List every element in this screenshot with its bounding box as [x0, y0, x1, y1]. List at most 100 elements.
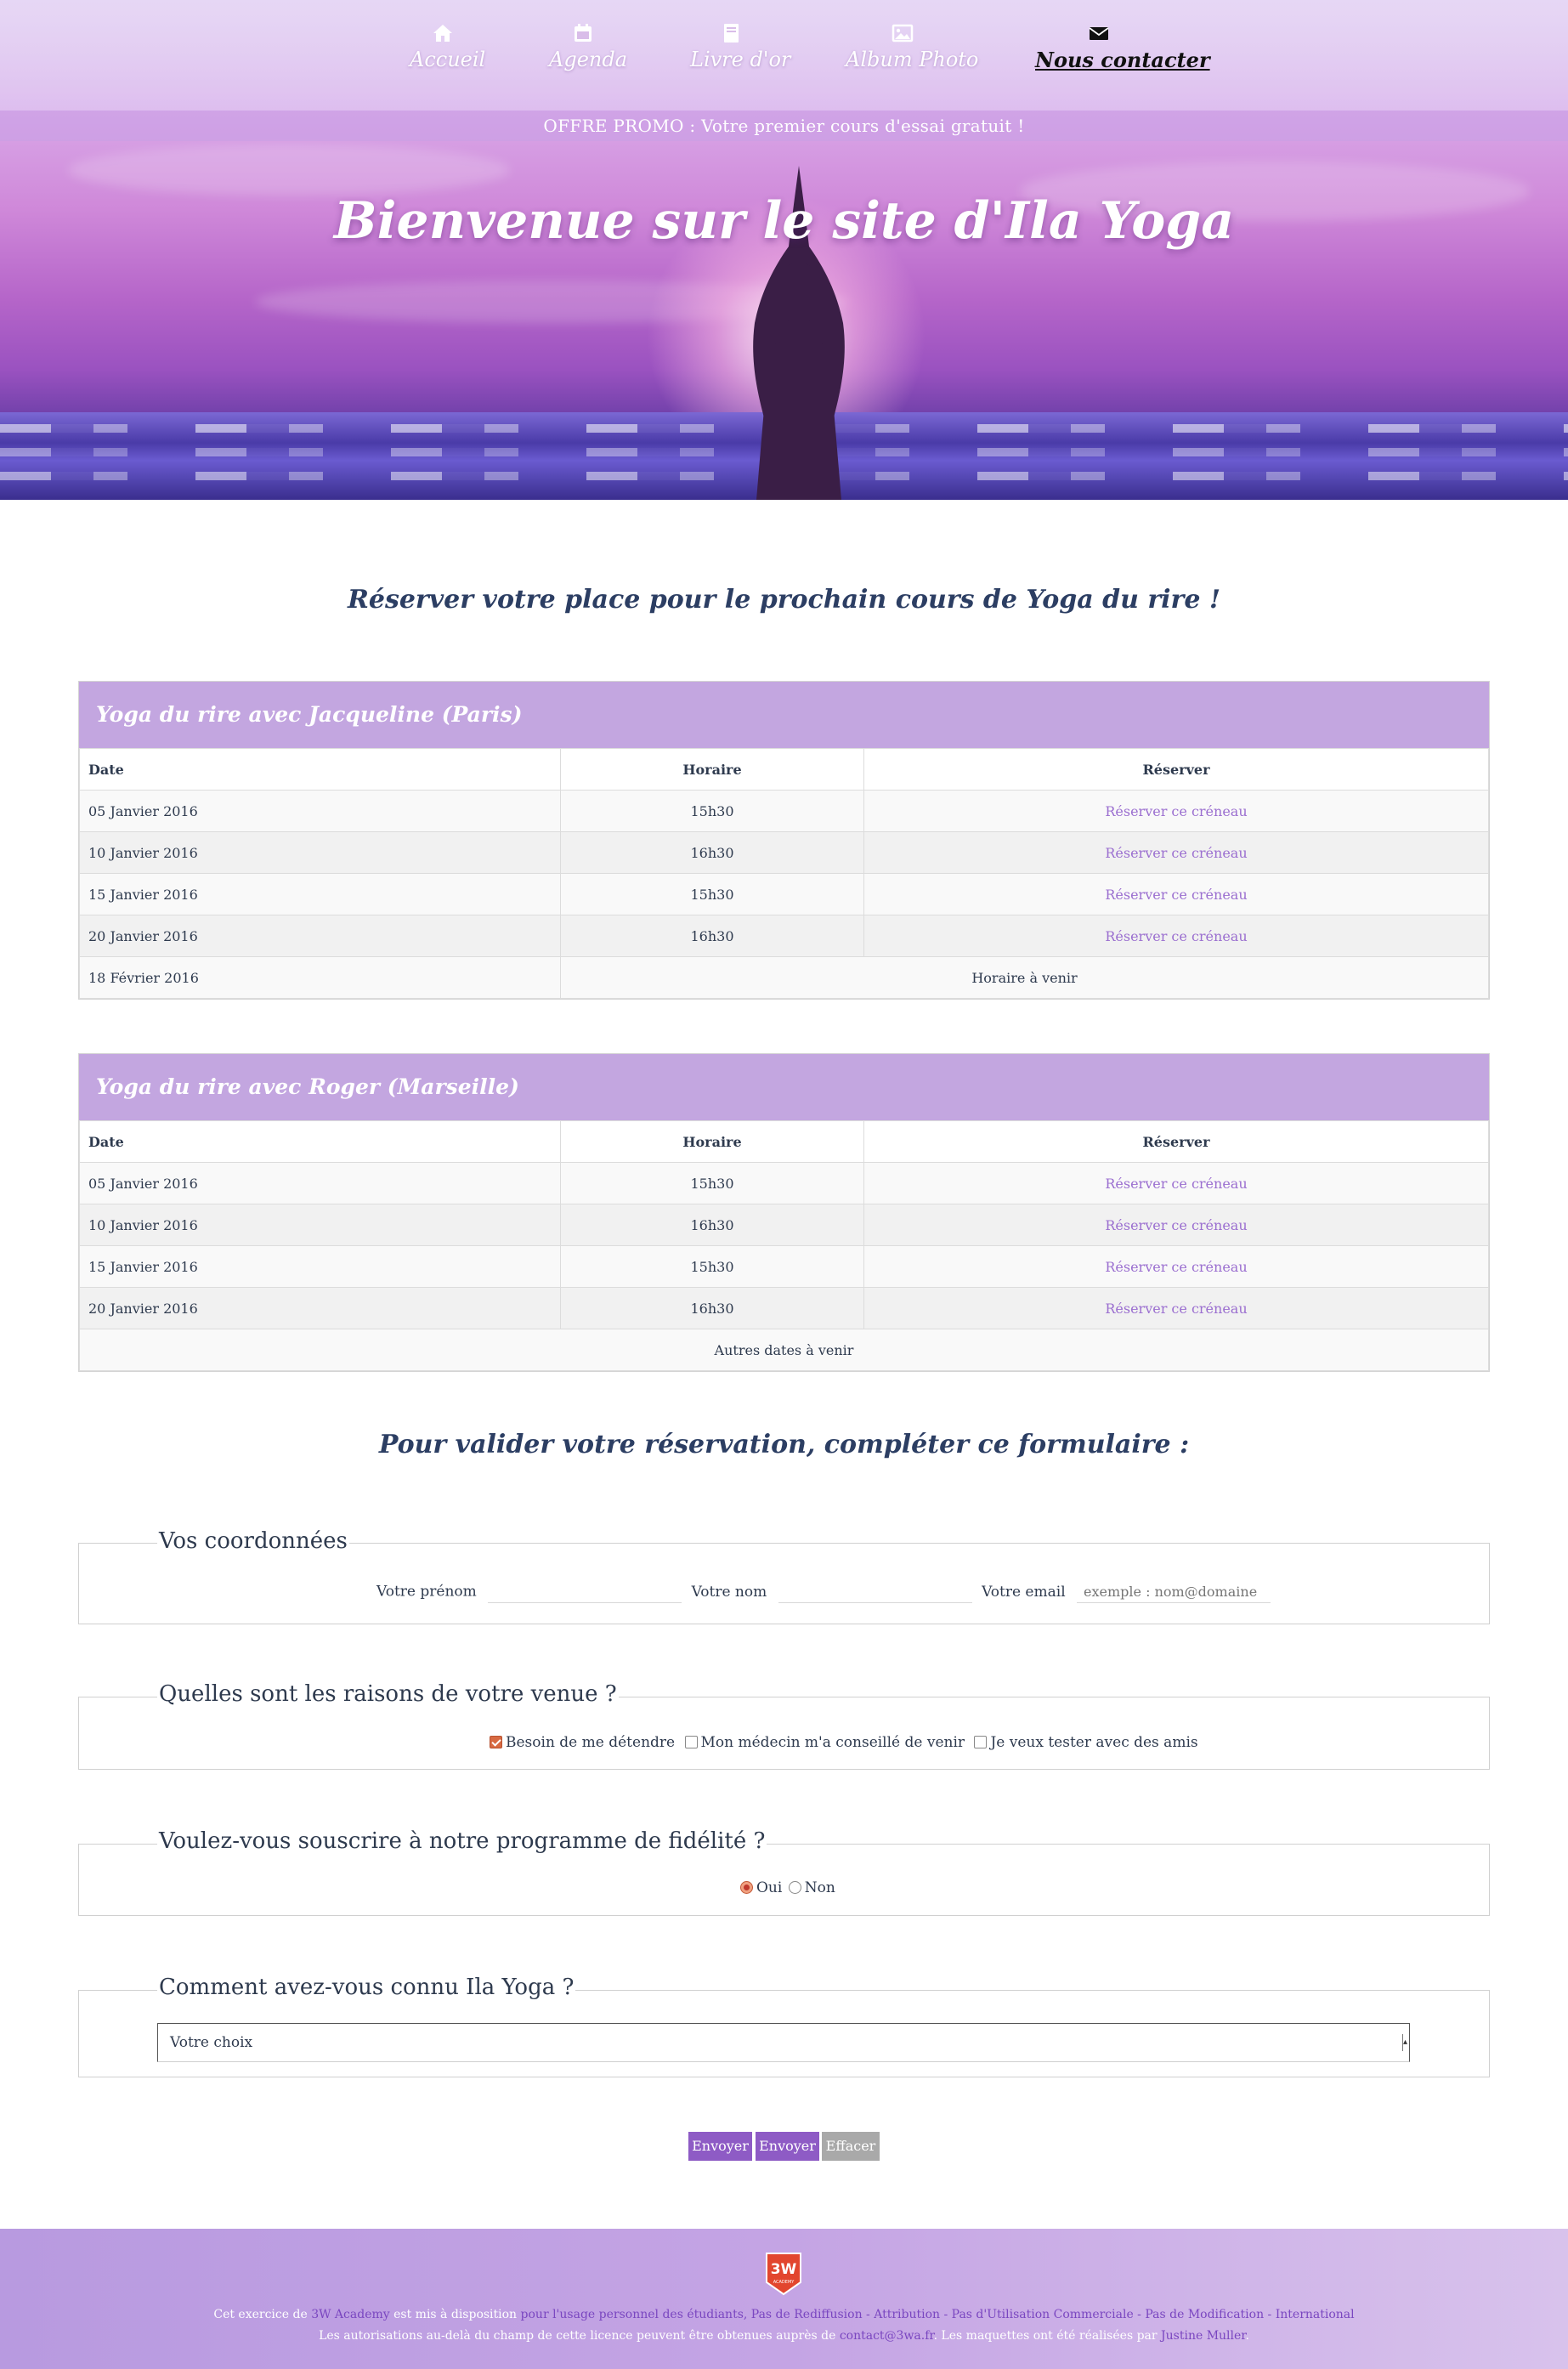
image-icon — [892, 24, 914, 43]
table-row: Autres dates à venir — [79, 1329, 1489, 1371]
book-slot-link[interactable]: Réserver ce créneau — [1105, 803, 1247, 819]
hero-banner: Accueil Agenda Livre d'or Album Photo No… — [0, 0, 1568, 500]
nav-home[interactable]: Accueil — [410, 22, 485, 71]
row-date: 20 Janvier 2016 — [79, 915, 561, 957]
reason-relax-label: Besoin de me détendre — [506, 1734, 676, 1751]
schedule-panel-title: Yoga du rire avec Jacqueline (Paris) — [79, 682, 1489, 748]
hero-title: Bienvenue sur le site d'Ila Yoga — [333, 191, 1235, 251]
column-header-time: Horaire — [560, 1120, 864, 1163]
booking-title: Réserver votre place pour le prochain co… — [347, 585, 1221, 615]
footer-link-license[interactable]: pour l'usage personnel des étudiants, Pa… — [521, 2308, 1355, 2321]
row-time: 15h30 — [560, 790, 864, 832]
schedule-table: Date Horaire Réserver 05 Janvier 2016 15… — [79, 1120, 1489, 1371]
promo-banner: OFFRE PROMO : Votre premier cours d'essa… — [0, 111, 1568, 141]
row-date: 05 Janvier 2016 — [79, 1162, 561, 1204]
table-row: 20 Janvier 2016 16h30 Réserver ce crénea… — [79, 1287, 1489, 1329]
row-date: 18 Février 2016 — [79, 956, 561, 999]
footer-text: Les autorisations au-delà du champ de ce… — [319, 2329, 840, 2343]
book-slot-link[interactable]: Réserver ce créneau — [1105, 1259, 1247, 1275]
row-time: 16h30 — [560, 915, 864, 957]
nav-photo-album-label: Album Photo — [846, 48, 979, 71]
column-header-book: Réserver — [863, 748, 1489, 791]
row-note: Autres dates à venir — [79, 1329, 1489, 1371]
book-slot-link[interactable]: Réserver ce créneau — [1105, 1217, 1247, 1233]
loyalty-no-label: Non — [804, 1879, 835, 1896]
reasons-options: Besoin de me détendre Mon médecin m'a co… — [490, 1734, 1198, 1751]
row-date: 15 Janvier 2016 — [79, 1245, 561, 1288]
footer-link-3w[interactable]: 3W Academy — [311, 2308, 389, 2321]
logo-subtext: ACADEMY — [773, 2280, 795, 2285]
reasons-fieldset — [78, 1697, 1490, 1770]
column-header-time: Horaire — [560, 748, 864, 791]
nav-home-label: Accueil — [410, 48, 486, 71]
footer-link-author[interactable]: Justine Muller — [1161, 2329, 1245, 2343]
reason-friends-label: Je veux tester avec des amis — [990, 1734, 1198, 1751]
main-navigation: Accueil Agenda Livre d'or Album Photo No… — [0, 0, 1568, 111]
source-select[interactable]: Votre choix ▴ — [157, 2023, 1410, 2062]
table-row: 15 Janvier 2016 15h30 Réserver ce crénea… — [79, 1245, 1489, 1288]
reason-relax-checkbox[interactable] — [490, 1736, 502, 1748]
book-slot-link[interactable]: Réserver ce créneau — [1105, 928, 1247, 944]
footer-credits-line: Les autorisations au-delà du champ de ce… — [0, 2329, 1568, 2343]
row-note: Horaire à venir — [560, 956, 1489, 999]
table-header-row: Date Horaire Réserver — [79, 1120, 1489, 1163]
row-date: 15 Janvier 2016 — [79, 873, 561, 915]
row-time: 16h30 — [560, 831, 864, 874]
footer-text: . — [1245, 2329, 1249, 2343]
footer-link-email[interactable]: contact@3wa.fr — [840, 2329, 934, 2343]
nav-guestbook-label: Livre d'or — [690, 48, 791, 71]
nav-photo-album[interactable]: Album Photo — [846, 22, 978, 71]
row-date: 10 Janvier 2016 — [79, 1204, 561, 1246]
row-date: 20 Janvier 2016 — [79, 1287, 561, 1329]
reason-friends-checkbox[interactable] — [974, 1736, 988, 1748]
source-legend: Comment avez-vous connu Ila Yoga ? — [157, 1975, 576, 2000]
table-row: 05 Janvier 2016 15h30 Réserver ce crénea… — [79, 1162, 1489, 1204]
nav-agenda-label: Agenda — [549, 48, 628, 71]
nav-contact[interactable]: Nous contacter — [1035, 22, 1210, 72]
select-arrow-icon: ▴ — [1402, 2034, 1407, 2051]
book-slot-link[interactable]: Réserver ce créneau — [1105, 845, 1247, 861]
loyalty-yes-label: Oui — [756, 1879, 783, 1896]
footer — [0, 2229, 1568, 2369]
schedule-table: Date Horaire Réserver 05 Janvier 2016 15… — [79, 748, 1489, 999]
submit-button-secondary[interactable]: Envoyer — [756, 2132, 819, 2161]
envelope-icon — [1089, 27, 1109, 40]
loyalty-legend: Voulez-vous souscrire à notre programme … — [157, 1828, 767, 1854]
sky-cloud — [68, 145, 510, 196]
footer-license-line: Cet exercice de 3W Academy est mis à dis… — [0, 2308, 1568, 2321]
book-icon — [724, 24, 739, 43]
3w-academy-logo[interactable]: 3W ACADEMY — [763, 2252, 804, 2296]
form-title: Pour valider votre réservation, compléte… — [378, 1430, 1190, 1459]
table-row: 05 Janvier 2016 15h30 Réserver ce crénea… — [79, 790, 1489, 832]
footer-text: Cet exercice de — [213, 2308, 312, 2321]
book-slot-link[interactable]: Réserver ce créneau — [1105, 1176, 1247, 1192]
schedule-panel-paris: Yoga du rire avec Jacqueline (Paris) Dat… — [78, 681, 1490, 1000]
nav-contact-label: Nous contacter — [1035, 48, 1210, 72]
firstname-input[interactable] — [488, 1581, 682, 1603]
nav-agenda[interactable]: Agenda — [549, 22, 627, 71]
contact-fields: Votre prénom Votre nom Votre email — [376, 1581, 1271, 1603]
reason-doctor-label: Mon médecin m'a conseillé de venir — [700, 1734, 965, 1751]
submit-button[interactable]: Envoyer — [688, 2132, 752, 2161]
lastname-input[interactable] — [778, 1581, 972, 1603]
book-slot-link[interactable]: Réserver ce créneau — [1105, 887, 1247, 903]
table-row: 15 Janvier 2016 15h30 Réserver ce crénea… — [79, 873, 1489, 915]
table-row: 18 Février 2016 Horaire à venir — [79, 956, 1489, 999]
reset-button[interactable]: Effacer — [822, 2132, 880, 2161]
reason-doctor-checkbox[interactable] — [684, 1736, 698, 1748]
loyalty-yes-radio[interactable] — [740, 1881, 753, 1894]
table-row: 10 Janvier 2016 16h30 Réserver ce crénea… — [79, 1204, 1489, 1246]
footer-text: est mis à disposition — [389, 2308, 521, 2321]
contact-legend-text: Vos coordonnées — [157, 1528, 349, 1554]
table-row: 20 Janvier 2016 16h30 Réserver ce crénea… — [79, 915, 1489, 957]
email-input[interactable] — [1077, 1581, 1271, 1603]
lastname-label: Votre nom — [691, 1583, 767, 1601]
loyalty-no-radio[interactable] — [788, 1881, 801, 1894]
home-icon — [433, 25, 452, 42]
firstname-label: Votre prénom — [376, 1583, 477, 1601]
row-time: 16h30 — [560, 1287, 864, 1329]
nav-guestbook[interactable]: Livre d'or — [690, 22, 790, 71]
row-time: 15h30 — [560, 1245, 864, 1288]
row-date: 10 Janvier 2016 — [79, 831, 561, 874]
book-slot-link[interactable]: Réserver ce créneau — [1105, 1301, 1247, 1317]
